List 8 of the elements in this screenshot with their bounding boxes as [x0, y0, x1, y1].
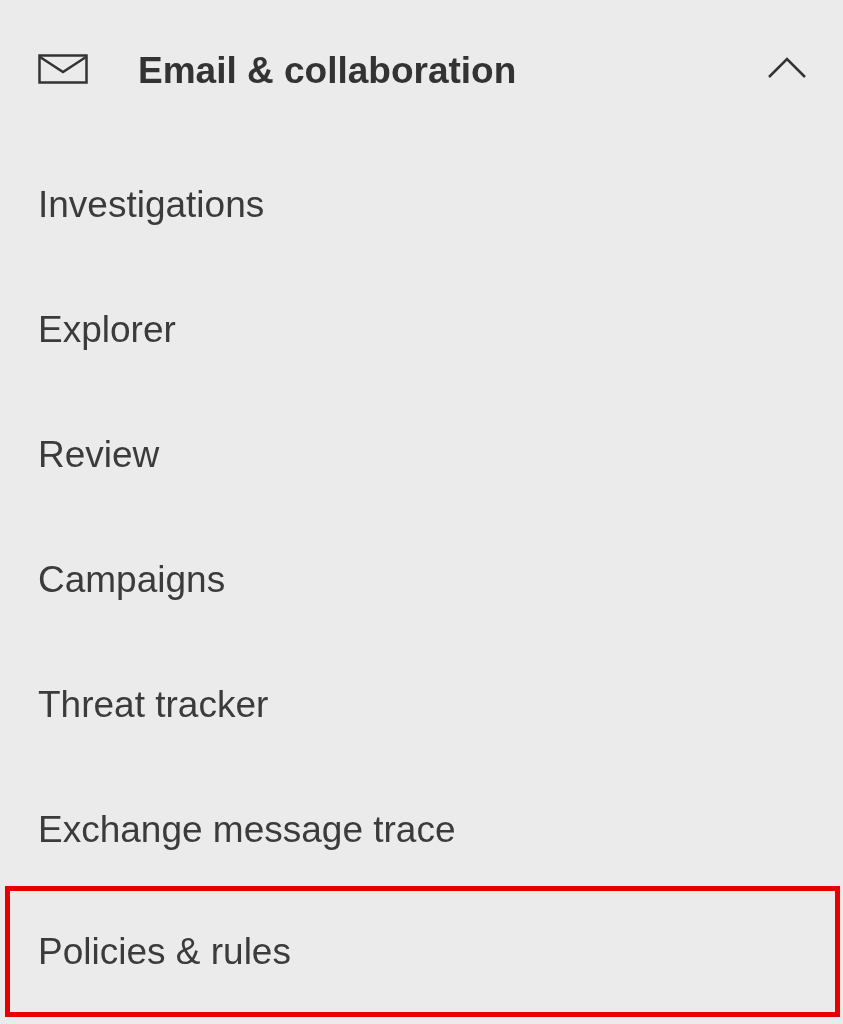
nav-link[interactable]: Investigations: [0, 142, 843, 267]
nav-link[interactable]: Threat tracker: [0, 642, 843, 767]
chevron-up-icon: [767, 56, 807, 80]
nav-link[interactable]: Review: [0, 392, 843, 517]
nav-link[interactable]: Explorer: [0, 267, 843, 392]
mail-icon: [38, 54, 88, 84]
nav-link[interactable]: Campaigns: [0, 517, 843, 642]
section-title: Email & collaboration: [138, 50, 518, 92]
